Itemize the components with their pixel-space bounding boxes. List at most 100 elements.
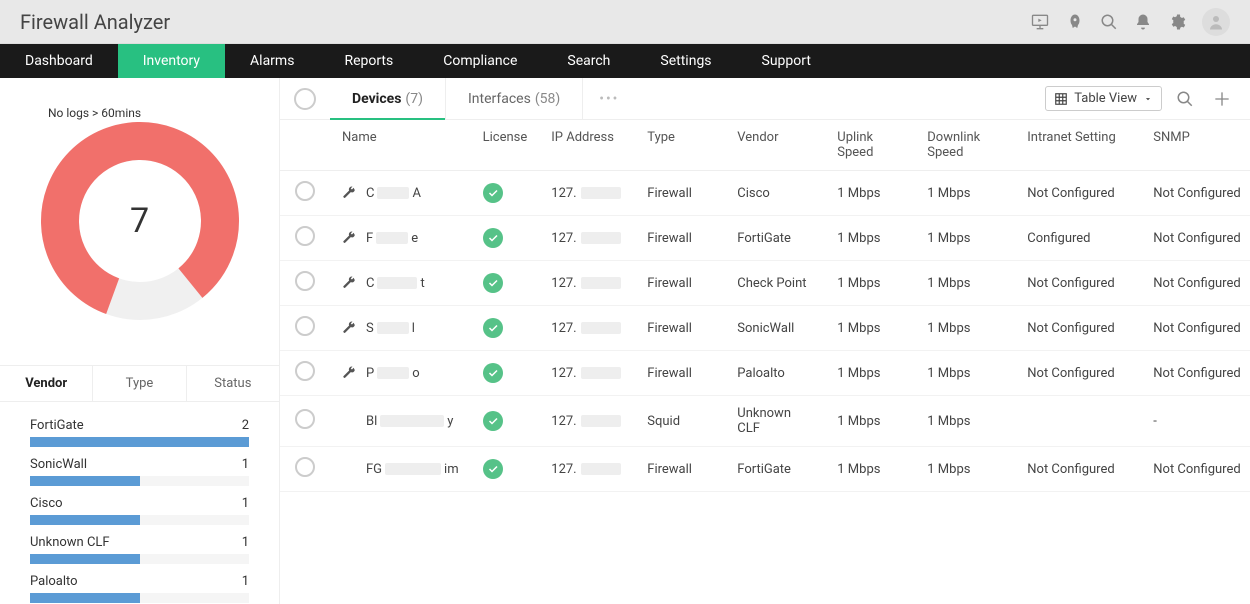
col-header[interactable]: Name xyxy=(330,120,471,171)
col-header[interactable]: IP Address xyxy=(539,120,635,171)
avatar[interactable] xyxy=(1202,8,1230,36)
tab-count: (58) xyxy=(535,91,560,107)
nav-dashboard[interactable]: Dashboard xyxy=(0,44,118,78)
cell-snmp: - xyxy=(1141,396,1250,447)
nav-support[interactable]: Support xyxy=(737,44,836,78)
wrench-icon[interactable] xyxy=(342,186,356,200)
device-name: Sl xyxy=(366,321,415,336)
nav-compliance[interactable]: Compliance xyxy=(418,44,542,78)
vendor-row[interactable]: Paloalto1 xyxy=(30,574,249,603)
device-name: Po xyxy=(366,366,420,381)
cell-vendor: FortiGate xyxy=(725,447,825,492)
table-row[interactable]: FGim127.FirewallFortiGate1 Mbps1 MbpsNot… xyxy=(280,447,1250,492)
wrench-icon[interactable] xyxy=(342,321,356,335)
col-header[interactable]: License xyxy=(471,120,540,171)
row-select[interactable] xyxy=(280,261,330,306)
cell-name: FGim xyxy=(330,447,471,492)
view-mode-button[interactable]: Table View xyxy=(1045,86,1162,111)
cell-snmp: Not Configured xyxy=(1141,351,1250,396)
cell-snmp: Not Configured xyxy=(1141,171,1250,216)
row-select[interactable] xyxy=(280,171,330,216)
cell-type: Firewall xyxy=(635,306,725,351)
nav-search[interactable]: Search xyxy=(542,44,635,78)
table-row[interactable]: Fe127.FirewallFortiGate1 Mbps1 MbpsConfi… xyxy=(280,216,1250,261)
cell-intranet: Configured xyxy=(1015,216,1141,261)
gear-icon[interactable] xyxy=(1168,13,1186,31)
vendor-count: 1 xyxy=(242,574,249,589)
cell-ip: 127. xyxy=(539,351,635,396)
cell-snmp: Not Configured xyxy=(1141,261,1250,306)
device-name: CA xyxy=(366,186,421,201)
nav-alarms[interactable]: Alarms xyxy=(225,44,319,78)
sidebar-tab-vendor[interactable]: Vendor xyxy=(0,366,93,401)
wrench-icon[interactable] xyxy=(342,276,356,290)
wrench-icon[interactable] xyxy=(342,366,356,380)
rocket-icon[interactable] xyxy=(1066,13,1084,31)
table-wrap: NameLicenseIP AddressTypeVendorUplink Sp… xyxy=(280,120,1250,604)
cell-snmp: Not Configured xyxy=(1141,306,1250,351)
cell-ip: 127. xyxy=(539,171,635,216)
vendor-list: FortiGate2SonicWall1Cisco1Unknown CLF1Pa… xyxy=(0,402,279,604)
vendor-row[interactable]: FortiGate2 xyxy=(30,418,249,447)
vendor-row[interactable]: SonicWall1 xyxy=(30,457,249,486)
nav-inventory[interactable]: Inventory xyxy=(118,44,225,78)
cell-type: Squid xyxy=(635,396,725,447)
cell-license xyxy=(471,216,540,261)
vendor-bar xyxy=(30,554,140,564)
add-icon[interactable] xyxy=(1208,85,1236,113)
donut-chart: No logs > 60mins 7 xyxy=(0,78,279,365)
cell-name: Fe xyxy=(330,216,471,261)
vendor-row[interactable]: Cisco1 xyxy=(30,496,249,525)
row-select[interactable] xyxy=(280,216,330,261)
presentation-icon[interactable] xyxy=(1030,12,1050,32)
sidebar-tab-status[interactable]: Status xyxy=(187,366,279,401)
more-tabs-icon[interactable]: ••• xyxy=(583,78,635,119)
app-title: Firewall Analyzer xyxy=(20,10,170,34)
check-icon xyxy=(483,273,503,293)
cell-up: 1 Mbps xyxy=(825,447,915,492)
devices-table: NameLicenseIP AddressTypeVendorUplink Sp… xyxy=(280,120,1250,492)
vendor-name: Cisco xyxy=(30,496,63,511)
table-row[interactable]: Po127.FirewallPaloalto1 Mbps1 MbpsNot Co… xyxy=(280,351,1250,396)
col-header[interactable]: Uplink Speed xyxy=(825,120,915,171)
cell-intranet: Not Configured xyxy=(1015,171,1141,216)
search-icon[interactable] xyxy=(1100,13,1118,31)
chevron-down-icon xyxy=(1143,94,1153,104)
nav-settings[interactable]: Settings xyxy=(635,44,736,78)
cell-name: Ct xyxy=(330,261,471,306)
cell-snmp: Not Configured xyxy=(1141,216,1250,261)
table-row[interactable]: Sl127.FirewallSonicWall1 Mbps1 MbpsNot C… xyxy=(280,306,1250,351)
vendor-row[interactable]: Unknown CLF1 xyxy=(30,535,249,564)
table-row[interactable]: Ct127.FirewallCheck Point1 Mbps1 MbpsNot… xyxy=(280,261,1250,306)
cell-intranet xyxy=(1015,396,1141,447)
row-select[interactable] xyxy=(280,351,330,396)
tab-interfaces[interactable]: Interfaces (58) xyxy=(446,78,583,119)
col-header[interactable]: Type xyxy=(635,120,725,171)
table-row[interactable]: Bly127.SquidUnknown CLF1 Mbps1 Mbps- xyxy=(280,396,1250,447)
vendor-count: 1 xyxy=(242,457,249,472)
cell-intranet: Not Configured xyxy=(1015,351,1141,396)
col-header[interactable]: Vendor xyxy=(725,120,825,171)
nav-reports[interactable]: Reports xyxy=(319,44,418,78)
col-header[interactable]: Downlink Speed xyxy=(915,120,1015,171)
row-select[interactable] xyxy=(280,447,330,492)
tab-count: (7) xyxy=(405,91,423,107)
table-row[interactable]: CA127.FirewallCisco1 Mbps1 MbpsNot Confi… xyxy=(280,171,1250,216)
topbar: Firewall Analyzer xyxy=(0,0,1250,44)
cell-up: 1 Mbps xyxy=(825,351,915,396)
col-header[interactable]: Intranet Setting xyxy=(1015,120,1141,171)
cell-vendor: Check Point xyxy=(725,261,825,306)
row-select[interactable] xyxy=(280,396,330,447)
tab-devices[interactable]: Devices (7) xyxy=(330,78,446,119)
wrench-icon[interactable] xyxy=(342,231,356,245)
bell-icon[interactable] xyxy=(1134,13,1152,31)
tab-label: Devices xyxy=(352,91,401,107)
device-name: Fe xyxy=(366,231,418,246)
table-search-icon[interactable] xyxy=(1172,86,1198,112)
select-all-header[interactable] xyxy=(280,78,330,119)
cell-up: 1 Mbps xyxy=(825,216,915,261)
row-select[interactable] xyxy=(280,306,330,351)
cell-type: Firewall xyxy=(635,216,725,261)
sidebar-tab-type[interactable]: Type xyxy=(93,366,186,401)
col-header[interactable]: SNMP xyxy=(1141,120,1250,171)
